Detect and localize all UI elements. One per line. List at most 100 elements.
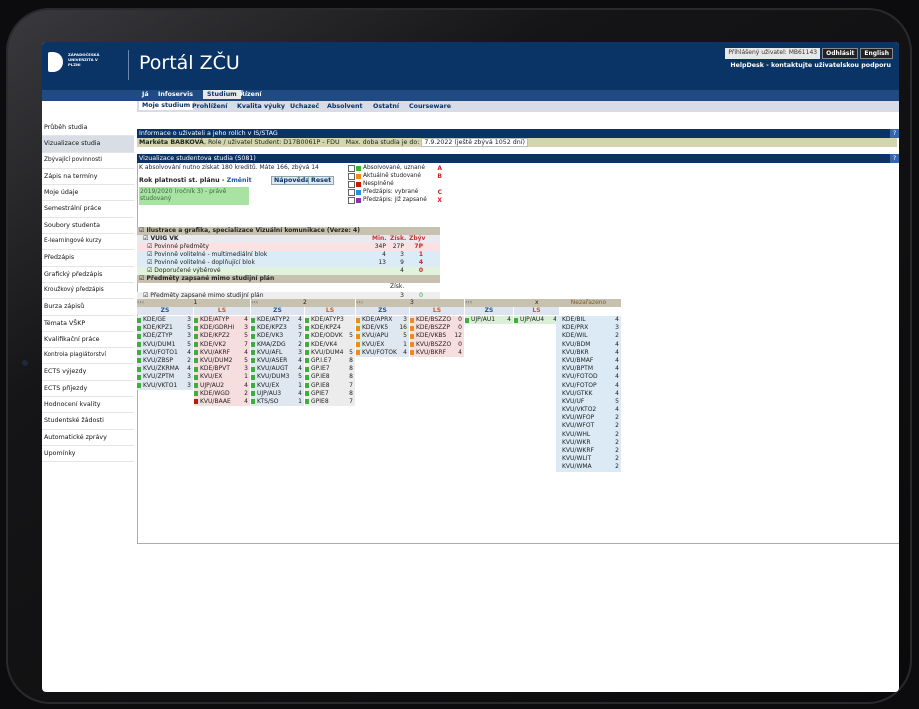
tab-kvalita-vyuky[interactable]: Kvalita výuky [237,103,285,110]
reset-button[interactable]: Reset [308,176,335,185]
sidebar-item[interactable]: ECTS výjezdy [42,364,134,381]
sidebar-item[interactable]: Upomínky [42,446,134,463]
course-cell[interactable]: KDE/KPZ1 5 [137,324,193,333]
helpdesk-link[interactable]: HelpDesk - kontaktujte uživatelskou podp… [730,62,891,69]
plan-head[interactable]: ☑ Ilustrace a grafika, specializace Vizu… [137,227,440,235]
course-cell[interactable]: KDE/KPZ3 5 [251,324,304,333]
course-cell[interactable]: KDE/KPZ2 5 [194,332,250,341]
course-cell[interactable]: KVU/WHL 2 [556,430,621,439]
course-cell[interactable]: KVU/FOTOD 4 [556,373,621,382]
course-cell[interactable]: KVU/BKRF 4 [410,348,464,357]
course-cell[interactable]: UJP/AU44 [514,316,559,325]
tab-uchazec[interactable]: Uchazeč [290,103,319,110]
tab-ostatni[interactable]: Ostatní [373,103,399,110]
sidebar-item[interactable]: Kontrola plagiátorství [42,348,134,365]
sidebar-item[interactable]: Hodnocení kvality [42,397,134,414]
course-cell[interactable]: KVU/BKR 4 [556,348,621,357]
plan-block-row[interactable]: ☑ Povinné předměty 34P 27P 7P [137,243,440,251]
sidebar-item[interactable]: E-learningové kurzy [42,234,134,251]
course-cell[interactable]: UJP/AU2 4 [194,381,250,390]
course-cell[interactable]: KDE/GE 3 [137,316,193,325]
tab-moje-studium[interactable]: Moje studium [139,101,194,110]
sidebar-item[interactable]: Kvalifikační práce [42,332,134,349]
course-cell[interactable]: KVU/AKRF 4 [194,348,250,357]
plan-block-row[interactable]: ☑ Povinně volitelné - multimediální blok… [137,251,440,259]
english-button[interactable]: English [860,48,893,59]
course-cell[interactable]: GPIE8 7 [305,397,355,407]
course-cell[interactable]: KVU/BAAE 4 [194,397,250,407]
course-cell[interactable]: KVU/WLIT 2 [556,455,621,464]
course-cell[interactable]: KDE/VK5 16 [356,324,409,333]
course-cell[interactable]: KVU/WKR 2 [556,438,621,447]
plan-block-row[interactable]: ☑ Povinně volitelné - doplňující blok 13 9… [137,259,440,267]
course-cell[interactable]: KVU/FOTOK 4 [356,348,409,357]
course-cell[interactable]: KVU/ASER 4 [251,356,304,366]
course-cell[interactable]: KTS/SO 1 [251,397,304,407]
course-cell[interactable]: KVU/VKTO1 3 [137,381,193,390]
course-cell[interactable]: KDE/PRX 3 [556,324,621,333]
course-cell[interactable]: GPIE7 8 [305,389,355,398]
course-cell[interactable]: KVU/WKRF 2 [556,447,621,456]
sidebar-item[interactable]: Moje údaje [42,185,134,202]
plan-year-value[interactable]: 2019/2020 (ročník 3) - právě studovaný [139,187,249,205]
tab-courseware[interactable]: Courseware [409,103,451,110]
course-cell[interactable]: KDE/BIL 4 [556,316,621,325]
course-cell[interactable]: KVU/EX 1 [356,340,409,349]
nav-ja[interactable]: Já [142,91,149,98]
course-cell[interactable]: KVU/FOTO1 4 [137,348,193,357]
sidebar-item[interactable]: Grafický předzápis [42,267,134,283]
course-cell[interactable]: KDE/APRX 3 [356,316,409,325]
course-cell[interactable]: KVU/BPTM 4 [556,365,621,374]
sidebar-item[interactable]: Zápis na termíny [42,169,134,186]
sidebar-item[interactable]: Předzápis [42,250,134,267]
course-cell[interactable]: KVU/UF 5 [556,397,621,407]
course-cell[interactable]: KVU/DUM3 5 [251,373,304,382]
course-cell[interactable]: KDE/VK2 7 [194,340,250,349]
course-cell[interactable]: KVU/DUM2 5 [194,356,250,366]
outside-head[interactable]: ☑ Předměty zapsané mimo studijní plán [137,275,440,283]
sidebar-item[interactable]: Kroužkový předzápis [42,283,134,300]
course-cell[interactable]: KVU/BDM 4 [556,340,621,349]
sidebar-item[interactable]: Zbývající povinnosti [42,153,134,169]
course-cell[interactable]: GP.IE8 7 [305,381,355,390]
change-link[interactable]: Změnit [227,177,252,184]
course-cell[interactable]: KVU/ZKRMA 4 [137,365,193,374]
sidebar-item[interactable]: Automatické zprávy [42,430,134,446]
sidebar-item[interactable]: Burza zápisů [42,299,134,316]
sidebar-item[interactable]: Soubory studenta [42,218,134,235]
course-cell[interactable]: KVU/GTKK 4 [556,389,621,398]
course-cell[interactable]: GP.IE7 8 [305,365,355,374]
course-cell[interactable]: KVU/BSZZO 0 [410,340,464,349]
course-cell[interactable]: KDE/VKBS 12 [410,332,464,341]
course-cell[interactable]: KVU/APU 5 [356,332,409,341]
course-cell[interactable]: KDE/BSZZO 0 [410,316,464,325]
course-cell[interactable]: KDE/BSZZP 0 [410,324,464,333]
course-cell[interactable]: GP.I.E7 8 [305,356,355,366]
course-cell[interactable]: KDE/ATYP2 4 [251,316,304,325]
course-cell[interactable]: KDE/KPZ4 [305,324,355,333]
course-cell[interactable]: UJP/AU3 4 [251,389,304,398]
nav-infoservis[interactable]: Infoservis [158,91,193,98]
tab-prohlizeni[interactable]: Prohlížení [192,103,227,110]
tab-absolvent[interactable]: Absolvent [327,103,362,110]
sidebar-item[interactable]: Semestrální práce [42,201,134,218]
course-cell[interactable]: KVU/WFOT 2 [556,422,621,431]
sidebar-item[interactable]: Studentské žádosti [42,413,134,430]
course-cell[interactable]: KDE/VK3 7 [251,332,304,341]
course-cell[interactable]: KDE/WIL 2 [556,332,621,341]
course-cell[interactable]: KDE/GDRHI 3 [194,324,250,333]
course-cell[interactable]: KVU/BMAF 4 [556,356,621,366]
course-cell[interactable]: KDE/ODVK 5 [305,332,355,341]
course-cell[interactable]: KVU/AFL 3 [251,348,304,357]
plan-block-row[interactable]: ☑ Doporučené výběrové 4 0 [137,267,440,275]
help-icon[interactable]: ? [890,129,899,138]
logout-button[interactable]: Odhlásit [822,48,859,59]
course-cell[interactable]: KDE/ATYP3 [305,316,355,325]
nav-rizeni[interactable]: Řízení [240,91,262,98]
course-cell[interactable]: KDE/VK4 [305,340,355,349]
sidebar-item[interactable]: ECTS příjezdy [42,381,134,398]
help-button[interactable]: Nápověda [271,176,313,185]
course-cell[interactable]: KMA/ZDG 2 [251,340,304,349]
course-cell[interactable]: KVU/EX 1 [251,381,304,390]
sidebar-item[interactable]: Témata VŠKP [42,316,134,332]
